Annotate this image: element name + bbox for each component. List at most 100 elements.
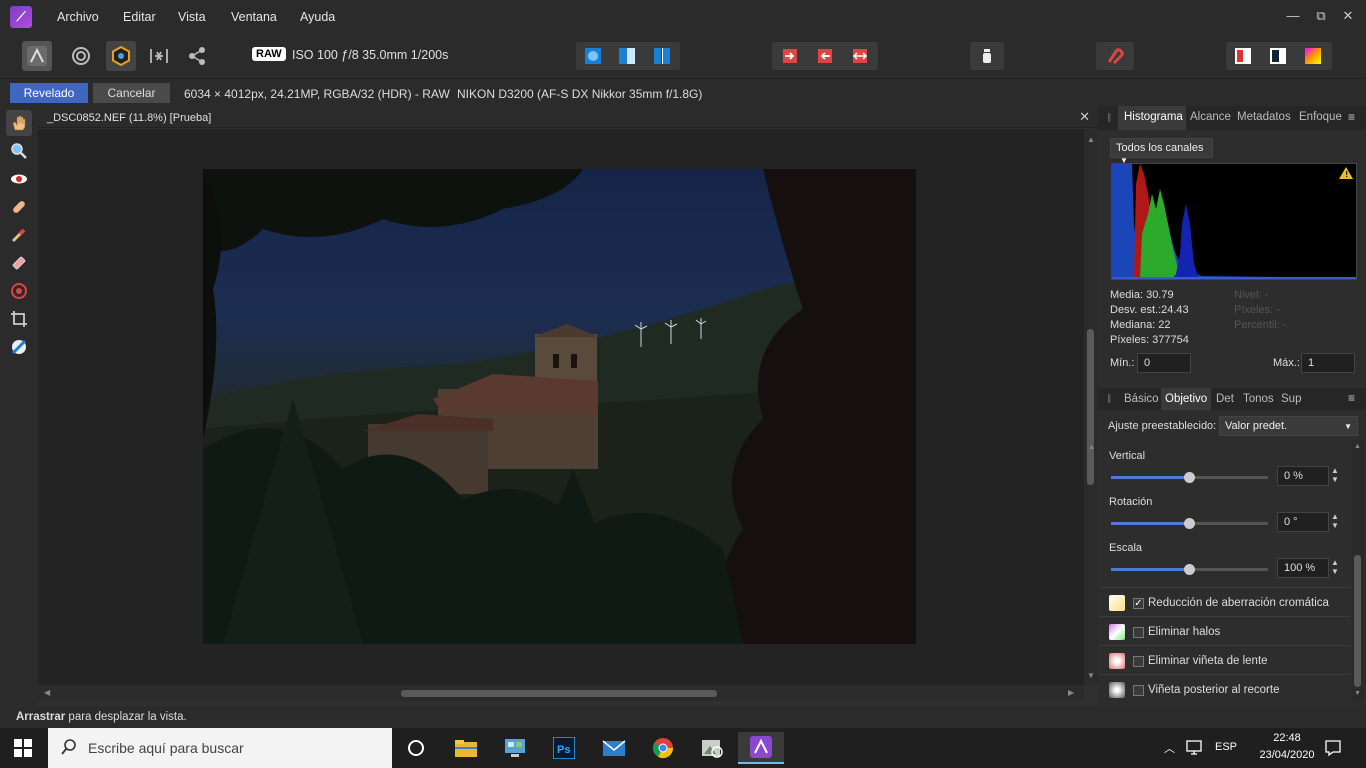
restore-button[interactable]: ⧉ — [1311, 6, 1331, 26]
overlay-erase-tool-icon[interactable] — [6, 250, 32, 276]
language-indicator[interactable]: ESP — [1215, 741, 1237, 753]
tab-det[interactable]: Det — [1216, 393, 1234, 405]
clip-highlights-icon[interactable] — [775, 43, 805, 69]
close-window-button[interactable]: ✕ — [1338, 6, 1358, 26]
menu-ventana[interactable]: Ventana — [231, 10, 277, 24]
tab-sup[interactable]: Sup — [1281, 393, 1301, 405]
scroll-left-icon[interactable]: ◀ — [44, 688, 50, 697]
tab-histograma[interactable]: Histograma — [1124, 111, 1183, 123]
overlay-paint-tool-icon[interactable] — [6, 222, 32, 248]
chrome-icon[interactable] — [640, 732, 686, 764]
spinner-rotacion-icon[interactable]: ▲ ▼ — [1329, 512, 1341, 532]
network-icon[interactable] — [1186, 740, 1204, 759]
adjust-scroll-thumb[interactable] — [1354, 555, 1361, 687]
taskbar-search-box[interactable]: Escribe aquí para buscar — [48, 728, 392, 768]
slider-knob-rotacion[interactable] — [1184, 518, 1195, 529]
label-defringe: Eliminar halos — [1148, 626, 1221, 638]
checkbox-defringe[interactable] — [1133, 627, 1144, 638]
control-panel-icon[interactable] — [492, 732, 538, 764]
adjust-panel-menu-icon[interactable]: ≡ — [1348, 391, 1355, 405]
split-view-icon[interactable] — [612, 43, 642, 69]
assistant-icon[interactable] — [972, 43, 1002, 69]
horizontal-scrollbar[interactable]: ◀ ▶ — [38, 685, 1084, 701]
overlay-gradient-tool-icon[interactable] — [6, 278, 32, 304]
spinner-vertical-icon[interactable]: ▲ ▼ — [1329, 466, 1341, 486]
value-box-rotacion[interactable]: 0 ° — [1277, 512, 1329, 532]
develop-persona-icon[interactable] — [106, 41, 136, 71]
max-input[interactable]: 1 — [1301, 353, 1355, 373]
divider — [1100, 587, 1350, 588]
clip-shadows-icon[interactable] — [810, 43, 840, 69]
luminosity-channel-icon[interactable] — [1263, 43, 1293, 69]
mirror-view-icon[interactable] — [647, 43, 677, 69]
divider — [1100, 616, 1350, 617]
develop-button[interactable]: Revelado — [10, 83, 88, 103]
white-balance-tool-icon[interactable] — [6, 334, 32, 360]
tray-chevron-up-icon[interactable]: ︿ — [1164, 740, 1175, 756]
panel-menu-icon[interactable]: ≡ — [1348, 110, 1355, 124]
label-post-crop-vignette: Viñeta posterior al recorte — [1148, 684, 1280, 696]
adjust-scrollbar[interactable]: ▲ ▼ — [1352, 440, 1364, 702]
scroll-up-icon[interactable]: ▲ — [1087, 135, 1095, 144]
file-explorer-icon[interactable] — [443, 732, 489, 764]
slider-knob-vertical[interactable] — [1184, 472, 1195, 483]
tools-panel — [0, 106, 38, 706]
mail-icon[interactable] — [591, 732, 637, 764]
single-view-icon[interactable] — [578, 43, 608, 69]
document-tab[interactable]: _DSC0852.NEF (11.8%) [Prueba] ✕ — [38, 106, 1098, 128]
adjust-scroll-up-icon[interactable]: ▲ — [1354, 443, 1361, 450]
blemish-tool-icon[interactable] — [6, 194, 32, 220]
adjust-left-scroll[interactable]: ▲ — [1087, 440, 1096, 700]
red-eye-tool-icon[interactable] — [6, 166, 32, 192]
checkbox-chromatic-aberration[interactable]: ✓ — [1133, 598, 1144, 609]
cancel-button[interactable]: Cancelar — [93, 83, 170, 103]
tab-tonos[interactable]: Tonos — [1243, 393, 1274, 405]
tab-metadatos[interactable]: Metadatos — [1237, 111, 1291, 123]
minimize-button[interactable]: — — [1283, 6, 1303, 26]
tab-basico[interactable]: Básico — [1124, 393, 1159, 405]
close-document-button[interactable]: ✕ — [1079, 109, 1090, 125]
value-box-vertical[interactable]: 0 % — [1277, 466, 1329, 486]
adjust-scroll-down-icon[interactable]: ▼ — [1354, 690, 1361, 697]
checkbox-lens-vignette[interactable] — [1133, 656, 1144, 667]
tab-enfoque[interactable]: Enfoque — [1299, 111, 1342, 123]
cortana-icon[interactable] — [393, 732, 439, 764]
menu-editar[interactable]: Editar — [123, 10, 156, 24]
rgb-channel-icon[interactable] — [1228, 43, 1258, 69]
spinner-escala-icon[interactable]: ▲ ▼ — [1329, 558, 1341, 578]
tone-mapping-persona-icon[interactable] — [144, 41, 174, 71]
affinity-photo-taskbar-icon[interactable] — [738, 732, 784, 764]
menu-ayuda[interactable]: Ayuda — [300, 10, 335, 24]
color-picker-icon[interactable] — [1298, 43, 1328, 69]
magnet-icon[interactable] — [1100, 43, 1130, 69]
menu-vista[interactable]: Vista — [178, 10, 206, 24]
clock-date[interactable]: 23/04/2020 — [1250, 749, 1324, 761]
tab-alcance[interactable]: Alcance — [1190, 111, 1231, 123]
stat-pixeles: Píxeles: 377754 — [1110, 334, 1189, 346]
status-bold: Arrastrar — [16, 711, 66, 723]
checkbox-post-crop-vignette[interactable] — [1133, 685, 1144, 696]
divider — [1100, 645, 1350, 646]
clip-tones-icon[interactable] — [845, 43, 875, 69]
photo-viewer-icon[interactable] — [689, 732, 735, 764]
menu-archivo[interactable]: Archivo — [57, 10, 99, 24]
clock-time[interactable]: 22:48 — [1264, 732, 1310, 744]
hand-tool-icon[interactable] — [6, 110, 32, 136]
min-input[interactable]: 0 — [1137, 353, 1191, 373]
channel-select[interactable]: Todos los canales ▼ — [1110, 138, 1213, 165]
export-persona-icon[interactable] — [182, 41, 212, 71]
photoshop-icon[interactable]: Ps — [541, 732, 587, 764]
windows-start-icon[interactable] — [14, 739, 32, 760]
photo-persona-icon[interactable] — [22, 41, 52, 71]
horizontal-scroll-thumb[interactable] — [401, 690, 717, 697]
zoom-tool-icon[interactable] — [6, 138, 32, 164]
crop-tool-icon[interactable] — [6, 306, 32, 332]
preset-select[interactable]: Valor predet. ▼ — [1219, 416, 1358, 436]
notifications-icon[interactable] — [1324, 739, 1342, 760]
slider-knob-escala[interactable] — [1184, 564, 1195, 575]
scroll-right-icon[interactable]: ▶ — [1068, 688, 1074, 697]
liquify-persona-icon[interactable] — [66, 41, 96, 71]
value-box-escala[interactable]: 100 % — [1277, 558, 1329, 578]
image-info: 6034 × 4012px, 24.21MP, RGBA/32 (HDR) - … — [184, 87, 450, 101]
tab-objetivo[interactable]: Objetivo — [1165, 393, 1207, 405]
